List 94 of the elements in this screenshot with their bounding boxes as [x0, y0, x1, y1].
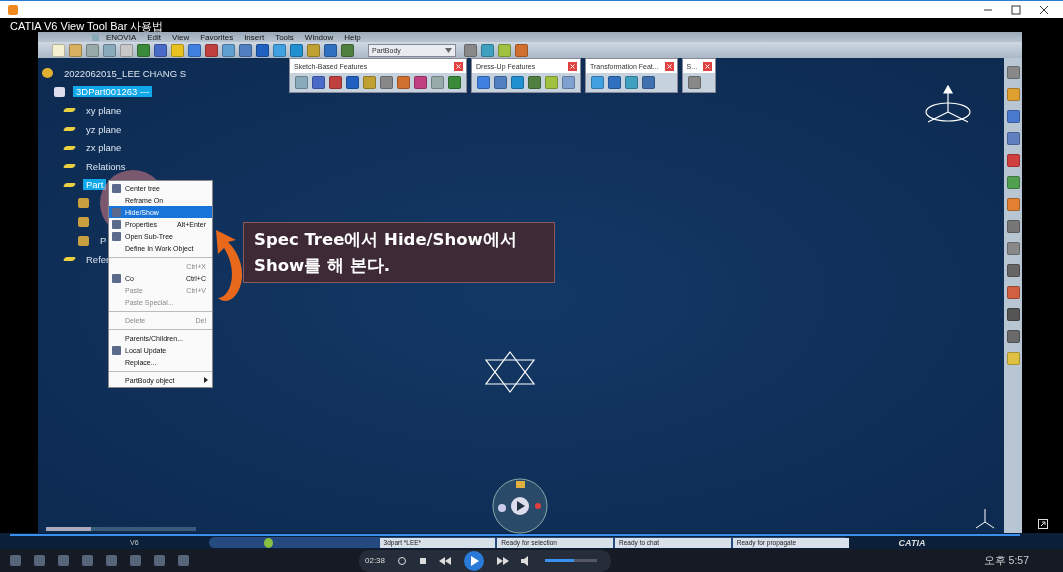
tree-node-icon — [78, 235, 89, 246]
toolbar-icon[interactable] — [137, 43, 150, 57]
volume-slider[interactable] — [545, 559, 598, 562]
menu-item-icon — [111, 273, 121, 283]
taskbar-icon[interactable] — [130, 555, 141, 566]
app-logo-icon — [92, 33, 99, 41]
taskbar-icon[interactable] — [154, 555, 165, 566]
toolbar-icon[interactable] — [687, 76, 701, 89]
menu-item-icon — [111, 183, 121, 193]
menu-item[interactable]: Help — [344, 32, 361, 42]
replay-icon[interactable] — [397, 555, 408, 566]
toolbar-icon[interactable] — [205, 43, 218, 57]
toolbar-icon[interactable] — [324, 43, 337, 57]
menu-item[interactable]: Edit — [147, 32, 162, 42]
toolbar-icon[interactable] — [481, 43, 494, 57]
toolbar-icon[interactable] — [273, 43, 286, 57]
toolbar-icon[interactable] — [464, 43, 477, 57]
toolbar-icon[interactable] — [222, 43, 235, 57]
toolbar-icon[interactable] — [1006, 308, 1020, 321]
status-globe-icon — [263, 537, 273, 548]
menu-item[interactable]: Insert — [244, 32, 265, 42]
taskbar-icon[interactable] — [82, 555, 93, 566]
tree-item[interactable]: yz plane — [83, 123, 125, 135]
tree-node-icon — [62, 108, 77, 113]
menu-item-icon — [111, 345, 121, 355]
catia-logo: CATIA — [898, 537, 926, 548]
menu-item[interactable]: ENOVIA — [106, 32, 137, 42]
toolbar-icon[interactable] — [1006, 176, 1020, 189]
toolbar-icon[interactable] — [1006, 66, 1020, 79]
toolbar-icon[interactable] — [341, 43, 354, 57]
toolbar-icon[interactable] — [1006, 110, 1020, 123]
tree-item[interactable]: P — [97, 235, 110, 247]
video-caption: CATIA V6 View Tool Bar 사용법 — [10, 19, 164, 34]
caret-icon — [445, 47, 452, 53]
toolbar-icon[interactable] — [1006, 264, 1020, 277]
toolbar-icon[interactable] — [307, 43, 320, 57]
toolbar-icon[interactable] — [154, 43, 167, 57]
toolbar-icon[interactable] — [515, 43, 528, 57]
tree-node-icon — [62, 257, 77, 262]
menu-item[interactable]: Favorites — [200, 32, 234, 42]
scrollbar[interactable] — [46, 527, 196, 531]
toolbar-icon[interactable] — [642, 76, 655, 89]
origin-star-drawing — [484, 350, 536, 394]
toolbar-icon[interactable] — [1006, 242, 1020, 255]
toolbar-icon[interactable] — [1006, 286, 1020, 299]
maximize-icon[interactable] — [1011, 4, 1021, 15]
menu-item[interactable]: Window — [304, 32, 334, 42]
taskbar-icon[interactable] — [10, 555, 21, 566]
stop-icon[interactable] — [419, 556, 428, 565]
toolbar-icon[interactable] — [1006, 330, 1020, 343]
taskbar-icon[interactable] — [178, 555, 189, 566]
submenu-arrow-icon — [204, 377, 208, 383]
tree-node-icon — [62, 145, 77, 150]
tree-node-icon — [62, 164, 77, 169]
tree-item[interactable]: zx plane — [83, 142, 125, 154]
toolbar-icon[interactable] — [188, 43, 201, 57]
tree-node-icon — [62, 127, 77, 132]
toolbar-icon[interactable] — [290, 43, 303, 57]
player-app-icon — [8, 4, 18, 15]
tree-node-icon — [62, 182, 77, 187]
tree-item[interactable]: Relations — [83, 160, 129, 172]
tree-item[interactable]: xy plane — [83, 105, 125, 116]
toolbar-icon[interactable] — [86, 43, 99, 57]
taskbar-icon[interactable] — [106, 555, 117, 566]
tree-node-icon — [78, 198, 89, 209]
taskbar-clock: 오후 5:57 — [983, 553, 1029, 568]
toolbar-icon[interactable] — [312, 76, 325, 89]
toolbar-icon[interactable] — [239, 43, 252, 57]
toolbar-icon[interactable] — [1006, 198, 1020, 211]
toolbar-icon[interactable] — [256, 43, 269, 57]
toolbar-icon[interactable] — [1006, 154, 1020, 167]
toolbar-icon[interactable] — [1006, 220, 1020, 233]
expand-icon[interactable] — [1037, 519, 1048, 529]
playback-time: 02:38 — [365, 556, 386, 565]
toolbar-icon[interactable] — [1006, 132, 1020, 145]
annotation-text: Spec Tree에서 Hide/Show에서 — [254, 228, 518, 251]
toolbar-icon[interactable] — [103, 43, 116, 57]
play-icon[interactable] — [463, 549, 486, 572]
tree-item[interactable]: 2022062015_LEE CHANG S — [61, 67, 189, 79]
tree-node-icon — [78, 217, 89, 228]
tree-node-icon — [42, 68, 53, 79]
tree-node-icon — [54, 86, 65, 97]
annotation-text: Show를 해 본다. — [254, 254, 391, 277]
toolbar-icon[interactable] — [608, 76, 621, 89]
close-icon[interactable] — [1039, 4, 1049, 15]
taskbar-icon[interactable] — [58, 555, 69, 566]
next-icon[interactable] — [497, 556, 510, 565]
taskbar-icon[interactable] — [34, 555, 45, 566]
navigation-wheel-drawing[interactable] — [490, 476, 550, 534]
toolbar-icon[interactable] — [329, 76, 342, 89]
menu-item[interactable]: View — [172, 32, 190, 42]
toolbar-icon[interactable] — [346, 76, 359, 89]
menu-item[interactable]: Tools — [275, 32, 294, 42]
previous-icon[interactable] — [439, 556, 452, 565]
